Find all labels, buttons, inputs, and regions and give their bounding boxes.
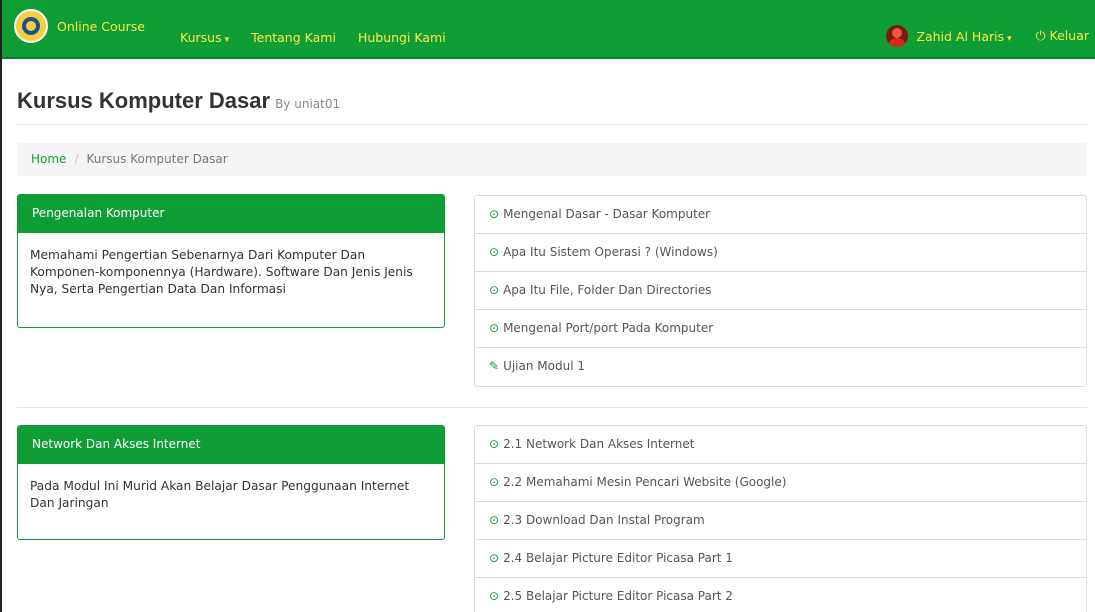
logout-button[interactable]: ⏻ Keluar <box>1036 28 1089 44</box>
nav-kursus-dropdown[interactable]: Kursus ▾ <box>180 30 229 45</box>
logout-label: Keluar <box>1049 28 1089 43</box>
circle-arrow-icon: ⊙ <box>489 207 500 221</box>
breadcrumb-home-link[interactable]: Home <box>31 152 66 166</box>
lesson-list: ⊙ Mengenal Dasar - Dasar Komputer ⊙ Apa It… <box>474 195 1087 387</box>
caret-down-icon: ▾ <box>224 35 230 45</box>
module-panel: Network Dan Akses Internet Pada Modul In… <box>17 425 445 540</box>
nav-kursus-label: Kursus <box>180 30 222 45</box>
edit-icon: ✎ <box>489 359 500 373</box>
lesson-label: 2.2 Memahami Mesin Pencari Website (Goog… <box>503 475 787 489</box>
breadcrumb-current: Kursus Komputer Dasar <box>86 152 228 166</box>
lesson-list: ⊙ 2.1 Network Dan Akses Internet ⊙ 2.2 Mem… <box>474 425 1087 612</box>
exam-item[interactable]: ✎ Ujian Modul 1 <box>475 348 1086 386</box>
circle-arrow-icon: ⊙ <box>489 437 500 451</box>
lesson-item[interactable]: ⊙ Apa Itu File, Folder Dan Directories <box>475 272 1086 310</box>
lesson-label: Ujian Modul 1 <box>503 359 585 373</box>
circle-arrow-icon: ⊙ <box>489 513 500 527</box>
lesson-item[interactable]: ⊙ 2.5 Belajar Picture Editor Picasa Part … <box>475 578 1086 612</box>
nav-tentang-kami[interactable]: Tentang Kami <box>251 30 336 45</box>
lesson-label: Mengenal Port/port Pada Komputer <box>503 321 714 335</box>
circle-arrow-icon: ⊙ <box>489 551 500 565</box>
lesson-item[interactable]: ⊙ Apa Itu Sistem Operasi ? (Windows) <box>475 234 1086 272</box>
brand-label: Online Course <box>57 18 145 34</box>
avatar[interactable] <box>886 25 909 47</box>
lesson-label: 2.5 Belajar Picture Editor Picasa Part 2 <box>503 589 733 603</box>
navbar: Online Course Kursus ▾ Tentang Kami Hubun… <box>0 0 1095 59</box>
lesson-label: Apa Itu Sistem Operasi ? (Windows) <box>503 245 718 259</box>
circle-arrow-icon: ⊙ <box>489 589 500 603</box>
module-panel: Pengenalan Komputer Memahami Pengertian … <box>17 194 445 328</box>
lesson-label: 2.1 Network Dan Akses Internet <box>503 437 695 451</box>
lesson-item[interactable]: ⊙ 2.2 Memahami Mesin Pencari Website (Goo… <box>475 464 1086 502</box>
logo-icon <box>14 9 48 43</box>
brand[interactable]: Online Course <box>14 9 145 43</box>
module-description: Pada Modul Ini Murid Akan Belajar Dasar … <box>30 479 410 510</box>
module-title: Pengenalan Komputer <box>18 195 444 233</box>
circle-arrow-icon: ⊙ <box>489 475 500 489</box>
power-icon: ⏻ <box>1035 28 1046 43</box>
page-title: Kursus Komputer Dasar <box>17 88 271 113</box>
section-divider <box>17 407 1087 408</box>
lesson-item[interactable]: ⊙ 2.1 Network Dan Akses Internet <box>475 426 1086 464</box>
page-header: Kursus Komputer Dasar By uniat01 <box>17 88 1087 125</box>
module-description: Memahami Pengertian Sebenarnya Dari Komp… <box>30 248 413 296</box>
lesson-item[interactable]: ⊙ Mengenal Dasar - Dasar Komputer <box>475 196 1086 234</box>
lesson-label: Apa Itu File, Folder Dan Directories <box>503 283 712 297</box>
lesson-item[interactable]: ⊙ Mengenal Port/port Pada Komputer <box>475 310 1086 348</box>
circle-arrow-icon: ⊙ <box>489 283 500 297</box>
circle-arrow-icon: ⊙ <box>489 245 500 259</box>
lesson-item[interactable]: ⊙ 2.3 Download Dan Instal Program <box>475 502 1086 540</box>
module-title: Network Dan Akses Internet <box>18 426 444 464</box>
user-menu-dropdown[interactable]: Zahid Al Haris ▾ <box>916 29 1011 44</box>
caret-down-icon: ▾ <box>1007 33 1012 44</box>
lesson-label: Mengenal Dasar - Dasar Komputer <box>503 207 711 221</box>
user-name-label: Zahid Al Haris <box>916 28 1005 44</box>
lesson-label: 2.3 Download Dan Instal Program <box>503 513 705 527</box>
nav-links: Kursus ▾ Tentang Kami Hubungi Kami <box>180 30 468 45</box>
breadcrumb-separator: / <box>74 152 79 166</box>
lesson-label: 2.4 Belajar Picture Editor Picasa Part 1 <box>503 551 733 565</box>
circle-arrow-icon: ⊙ <box>489 321 500 335</box>
course-author: By uniat01 <box>275 97 341 111</box>
nav-hubungi-kami[interactable]: Hubungi Kami <box>358 30 446 45</box>
nav-user-area: Zahid Al Haris ▾ ⏻ Keluar <box>886 25 1089 47</box>
window-edge <box>0 0 2 612</box>
breadcrumb: Home / Kursus Komputer Dasar <box>17 143 1087 176</box>
lesson-item[interactable]: ⊙ 2.4 Belajar Picture Editor Picasa Part … <box>475 540 1086 578</box>
